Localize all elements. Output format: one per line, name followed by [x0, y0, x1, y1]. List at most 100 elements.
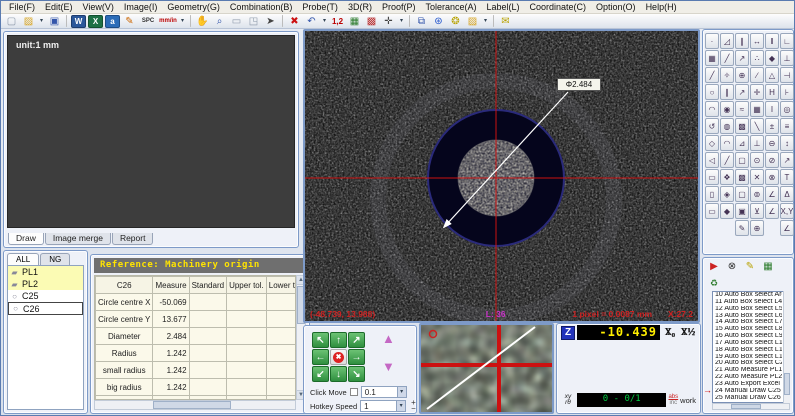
measure-tool-button[interactable]: ∠: [780, 220, 794, 236]
undo-icon[interactable]: ↶: [304, 15, 319, 28]
run-icon[interactable]: ▶: [707, 260, 721, 273]
menu-item[interactable]: Coordinate(C): [525, 1, 592, 13]
measure-tool-button[interactable]: ▦: [750, 101, 764, 117]
program-step[interactable]: 15 Auto Box select L8: [713, 326, 782, 333]
click-move-select[interactable]: 0.1 ▾: [361, 386, 407, 398]
move-down-button[interactable]: ↓: [330, 366, 347, 382]
measure-tool-button[interactable]: ▩: [735, 118, 749, 134]
table-horizontal-scrollbar[interactable]: [94, 400, 296, 410]
feature-item-c25[interactable]: ○ C25: [8, 290, 83, 302]
folder-out-icon[interactable]: ▨: [465, 15, 480, 28]
measure-tool-button[interactable]: ↗: [780, 152, 794, 168]
measure-tool-button[interactable]: Δ: [780, 186, 794, 202]
edit-icon[interactable]: ✎: [743, 260, 757, 273]
measure-tool-button[interactable]: ∥: [720, 84, 734, 100]
measure-tool-button[interactable]: ▩: [735, 169, 749, 185]
unit-dropdown[interactable]: ▾: [179, 15, 186, 28]
Circle centre X[interactable]: Circle centre X -50.069: [96, 294, 297, 311]
report-icon[interactable]: ✎: [122, 15, 137, 28]
program-step[interactable]: 25 Manual Draw C26: [713, 395, 782, 402]
measure-tool-button[interactable]: ∴: [750, 50, 764, 66]
small radius[interactable]: small radius 1.242: [96, 362, 297, 379]
menu-item[interactable]: Combination(B): [225, 1, 298, 13]
abs-inc-toggle[interactable]: abs inc: [668, 394, 678, 406]
measure-tool-button[interactable]: ⊦: [780, 84, 794, 100]
toolbar-separator[interactable]: [493, 15, 494, 27]
diameter-label[interactable]: Φ2.484: [557, 78, 601, 91]
measure-tool-button[interactable]: ↗: [735, 84, 749, 100]
menu-item[interactable]: Image(I): [119, 1, 163, 13]
menu-item[interactable]: Probe(T): [297, 1, 343, 13]
toolbar-separator[interactable]: [66, 15, 67, 27]
measure-tool-button[interactable]: ✎: [735, 220, 749, 236]
move-up-button[interactable]: ↑: [330, 332, 347, 348]
click-move-checkbox[interactable]: [350, 388, 358, 396]
measure-tool-button[interactable]: ∠: [765, 186, 779, 202]
folder-out-dropdown[interactable]: ▾: [482, 15, 489, 28]
move-down-right-button[interactable]: ↘: [348, 366, 365, 382]
open-file-dropdown[interactable]: ▾: [38, 15, 45, 28]
save-icon[interactable]: ▣: [47, 15, 62, 28]
measure-tool-button[interactable]: ⊥: [750, 135, 764, 151]
new-file-icon[interactable]: ▢: [4, 15, 19, 28]
measure-tool-button[interactable]: ◈: [720, 186, 734, 202]
unit-mm-inch-icon[interactable]: mm/in: [159, 15, 177, 28]
measure-tool-button[interactable]: ⊚: [750, 186, 764, 202]
delete-icon[interactable]: ✖: [287, 15, 302, 28]
measure-tool-button[interactable]: ❖: [720, 169, 734, 185]
measure-tool-button[interactable]: ⊣: [780, 67, 794, 83]
measure-tool-button[interactable]: ✕: [750, 169, 764, 185]
program-step[interactable]: 20 Auto Box select C24: [713, 360, 782, 367]
chevron-down-icon[interactable]: ▾: [396, 401, 405, 411]
measure-tool-button[interactable]: ↗: [735, 50, 749, 66]
measure-tool-button[interactable]: ⊥: [780, 50, 794, 66]
menu-item[interactable]: Option(O): [591, 1, 641, 13]
measure-tool-button[interactable]: ○: [705, 84, 719, 100]
measure-tool-button[interactable]: I: [765, 101, 779, 117]
program-step[interactable]: 18 Auto Box select L11: [713, 347, 782, 354]
globe-icon[interactable]: ⊛: [431, 15, 446, 28]
menu-item[interactable]: Geometry(G): [162, 1, 225, 13]
measure-tool-button[interactable]: ◉: [720, 101, 734, 117]
toolbar-separator[interactable]: [409, 15, 410, 27]
open-file-icon[interactable]: ▨: [21, 15, 36, 28]
feature-item-pl2[interactable]: ▰ PL2: [8, 278, 83, 290]
menu-item[interactable]: Proof(P): [377, 1, 421, 13]
menu-item[interactable]: Help(H): [641, 1, 682, 13]
tab-ng[interactable]: NG: [40, 253, 70, 265]
coordinate-mode-button[interactable]: xy rθ: [561, 394, 575, 406]
tab-report[interactable]: Report: [112, 233, 154, 245]
excel-export-icon[interactable]: X: [88, 15, 103, 28]
label-12-icon[interactable]: 1,2: [330, 15, 345, 28]
program-step[interactable]: 12 Auto Box select L5: [713, 306, 782, 313]
magnifier-view[interactable]: [419, 323, 554, 414]
move-left-button[interactable]: ←: [312, 349, 329, 365]
tab-draw[interactable]: Draw: [8, 233, 44, 245]
z-up-button[interactable]: ▲: [382, 334, 395, 344]
measure-tool-button[interactable]: ╱: [720, 50, 734, 66]
tile-icon[interactable]: ▦: [761, 260, 775, 273]
program-step[interactable]: 11 Auto Box select L4: [713, 299, 782, 306]
measure-tool-button[interactable]: ▭: [705, 169, 719, 185]
move-down-left-button[interactable]: ↙: [312, 366, 329, 382]
Diameter[interactable]: Diameter 2.484: [96, 328, 297, 345]
axis-half-button[interactable]: Z½: [680, 327, 696, 338]
camera-view[interactable]: Φ2.484 (-48.739, 13.988) L: 36 1 pixel =…: [303, 29, 700, 323]
measure-tool-button[interactable]: ◍: [720, 118, 734, 134]
program-step[interactable]: 19 Auto Box select L12: [713, 354, 782, 361]
menu-item[interactable]: 3D(R): [343, 1, 377, 13]
measure-tool-button[interactable]: ⊿: [735, 135, 749, 151]
measure-tool-button[interactable]: ⊕: [750, 220, 764, 236]
measure-tool-button[interactable]: ↺: [705, 118, 719, 134]
grid-icon[interactable]: ▦: [347, 15, 362, 28]
undo-dropdown[interactable]: ▾: [321, 15, 328, 28]
measure-tool-button[interactable]: ↕: [780, 135, 794, 151]
chevron-down-icon[interactable]: ▾: [397, 387, 406, 397]
measure-tool-button[interactable]: ◿: [720, 33, 734, 49]
sheet-icon[interactable]: ⧉: [414, 15, 429, 28]
measure-tool-button[interactable]: ▢: [735, 152, 749, 168]
move-up-right-button[interactable]: ↗: [348, 332, 365, 348]
zoom-region-icon[interactable]: ◳: [246, 15, 261, 28]
measure-tool-button[interactable]: ⊘: [765, 152, 779, 168]
measure-tool-button[interactable]: △: [765, 67, 779, 83]
